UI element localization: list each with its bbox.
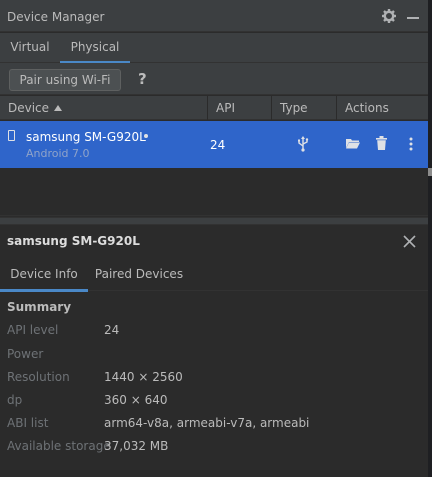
column-header-device-label: Device	[8, 101, 50, 115]
resize-handle[interactable]	[428, 168, 432, 176]
property-value: 37,032 MB	[104, 439, 169, 453]
gear-icon[interactable]	[382, 9, 396, 23]
tab-device-info[interactable]: Device Info	[0, 259, 88, 292]
property-label: dp	[7, 393, 23, 407]
property-value: 24	[104, 323, 120, 337]
device-api: 24	[210, 138, 226, 152]
device-toolbar: Pair using Wi-Fi ?	[0, 63, 432, 95]
device-name: samsung SM-G920L	[26, 130, 146, 144]
property-value: arm64-v8a, armeabi-v7a, armeabi	[104, 416, 310, 430]
column-header-type[interactable]: Type	[272, 96, 337, 120]
tool-window-header: Device Manager	[0, 0, 432, 32]
device-type-tabs: Virtual Physical	[0, 33, 432, 64]
property-value: 1440 × 2560	[104, 370, 183, 384]
summary-heading: Summary	[7, 300, 72, 314]
property-label: Power	[7, 347, 44, 361]
details-tabs: Device Info Paired Devices	[0, 259, 428, 292]
pair-using-wifi-button[interactable]: Pair using Wi-Fi	[9, 69, 121, 91]
column-header-actions: Actions	[345, 101, 389, 115]
phone-icon	[8, 130, 15, 141]
device-table-body: samsung SM-G920L Android 7.0 24	[0, 121, 428, 216]
device-os: Android 7.0	[26, 147, 90, 160]
column-header-api[interactable]: API	[208, 96, 272, 120]
tab-physical[interactable]: Physical	[60, 33, 130, 64]
sort-ascending-icon	[54, 105, 63, 111]
property-label: ABI list	[7, 416, 49, 430]
tab-paired-devices[interactable]: Paired Devices	[88, 259, 190, 291]
online-status-dot-icon	[144, 134, 148, 138]
close-icon[interactable]	[403, 235, 416, 248]
usb-icon	[298, 136, 309, 152]
trash-icon[interactable]	[376, 136, 387, 150]
property-label: Available storage	[7, 439, 111, 453]
help-icon[interactable]: ?	[138, 70, 147, 88]
device-table-header: Device API Type Actions	[0, 96, 428, 120]
folder-icon[interactable]	[346, 138, 360, 149]
tab-virtual[interactable]: Virtual	[0, 33, 60, 63]
details-title: samsung SM-G920L	[7, 234, 140, 248]
property-label: API level	[7, 323, 59, 337]
property-value: 360 × 640	[104, 393, 168, 407]
more-vertical-icon[interactable]	[409, 137, 413, 151]
window-right-edge	[428, 0, 432, 477]
splitter[interactable]	[0, 217, 428, 225]
column-header-device[interactable]: Device	[0, 96, 208, 120]
device-row[interactable]: samsung SM-G920L Android 7.0 24	[0, 121, 428, 168]
minimize-icon[interactable]	[407, 17, 419, 19]
window-title: Device Manager	[7, 10, 105, 24]
property-label: Resolution	[7, 370, 70, 384]
